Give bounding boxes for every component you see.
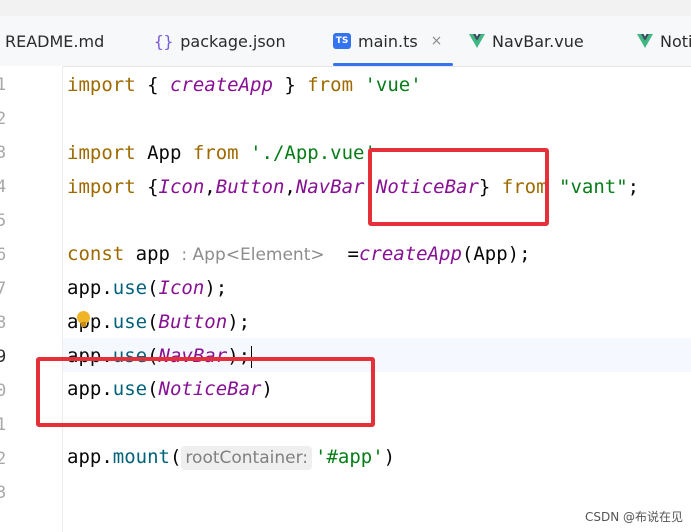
- identifier: Icon: [158, 277, 205, 299]
- line-number-current: 9: [0, 347, 7, 367]
- code-line-1[interactable]: import { createApp } from 'vue': [67, 68, 422, 102]
- identifier: Icon: [158, 176, 205, 198]
- line-number: 3: [0, 483, 7, 503]
- line-number: 6: [0, 245, 7, 265]
- line-number: 7: [0, 279, 7, 299]
- code-text: (App);: [461, 243, 531, 265]
- code-text: (: [169, 446, 182, 468]
- keyword: import: [67, 142, 136, 164]
- tab-readme[interactable]: README.md: [5, 16, 104, 66]
- keyword: from: [192, 142, 239, 164]
- code-text: =: [324, 243, 359, 265]
- highlight-box-import: [368, 148, 549, 226]
- code-line-12[interactable]: app.mount(rootContainer: '#app'): [67, 440, 395, 474]
- identifier: NavBar: [295, 176, 365, 198]
- watermark: CSDN @布说在见: [584, 510, 683, 524]
- editor-tab-bar: README.md {} package.json TS main.ts × N…: [0, 16, 691, 67]
- method-name: use: [112, 311, 148, 333]
- json-icon: {}: [154, 31, 174, 51]
- tab-label: main.ts: [358, 31, 418, 51]
- tab-label: NavBar.vue: [492, 31, 584, 51]
- vue-icon: [469, 34, 485, 48]
- keyword: import: [67, 176, 136, 198]
- keyword: const: [67, 243, 125, 265]
- line-number: 8: [0, 313, 7, 333]
- code-line-3[interactable]: import App from './App.vue': [67, 136, 376, 170]
- code-text: app.: [67, 446, 113, 468]
- code-line-7[interactable]: app.use(Icon);: [67, 271, 227, 305]
- tab-noticebar-vue[interactable]: Noti: [637, 16, 691, 66]
- line-number: 0: [0, 381, 7, 401]
- code-text: ;: [627, 176, 640, 198]
- code-text: (: [147, 277, 159, 299]
- keyword: import: [67, 74, 136, 96]
- code-text: app.: [67, 311, 113, 333]
- line-number: 1: [0, 75, 7, 95]
- type-hint: : App<Element>: [181, 245, 325, 265]
- code-text: }: [272, 74, 308, 96]
- string-literal: './App.vue': [250, 142, 376, 164]
- line-number: 4: [0, 177, 7, 197]
- tab-label: package.json: [180, 31, 286, 51]
- code-text: (: [147, 311, 159, 333]
- method-name: mount: [112, 446, 170, 468]
- line-number: 5: [0, 211, 7, 231]
- line-number: 1: [0, 415, 7, 435]
- string-literal: '#app': [315, 446, 384, 468]
- line-number: 2: [0, 109, 7, 129]
- close-tab-icon[interactable]: ×: [431, 33, 443, 49]
- method-name: use: [112, 277, 148, 299]
- tab-navbar-vue[interactable]: NavBar.vue: [469, 16, 584, 66]
- code-text: app: [124, 243, 182, 265]
- code-line-4[interactable]: import {Icon,Button,NavBar,NoticeBar} fr…: [67, 170, 639, 204]
- code-line-8[interactable]: app.use(Button);: [67, 305, 250, 339]
- code-text: );: [204, 277, 228, 299]
- line-number: 2: [0, 449, 7, 469]
- line-number: 3: [0, 143, 7, 163]
- identifier: createApp: [169, 74, 273, 96]
- code-text: ): [383, 446, 396, 468]
- string-literal: "vant": [559, 176, 628, 198]
- parameter-hint: rootContainer:: [181, 446, 313, 470]
- intention-bulb-icon[interactable]: [77, 311, 90, 327]
- highlight-box-use: [36, 357, 375, 427]
- identifier: Button: [158, 311, 228, 333]
- code-text: );: [227, 311, 251, 333]
- tab-main-ts[interactable]: TS main.ts ×: [333, 16, 453, 66]
- code-line-6[interactable]: const app : App<Element> =createApp(App)…: [67, 237, 531, 272]
- code-text: ,: [204, 176, 216, 198]
- code-text: App: [135, 142, 193, 164]
- typescript-icon: TS: [333, 33, 351, 49]
- code-text: {: [135, 74, 170, 96]
- identifier: Button: [215, 176, 285, 198]
- tab-package-json[interactable]: {} package.json: [154, 16, 286, 66]
- tab-label: Noti: [660, 31, 691, 51]
- vue-icon: [637, 34, 653, 48]
- keyword: from: [307, 74, 354, 96]
- code-text: ,: [284, 176, 296, 198]
- window-top-strip: [0, 0, 691, 16]
- code-text: {: [135, 176, 159, 198]
- string-literal: 'vue': [364, 74, 422, 96]
- code-text: app.: [67, 277, 113, 299]
- identifier: createApp: [358, 243, 462, 265]
- tab-label: README.md: [5, 31, 105, 51]
